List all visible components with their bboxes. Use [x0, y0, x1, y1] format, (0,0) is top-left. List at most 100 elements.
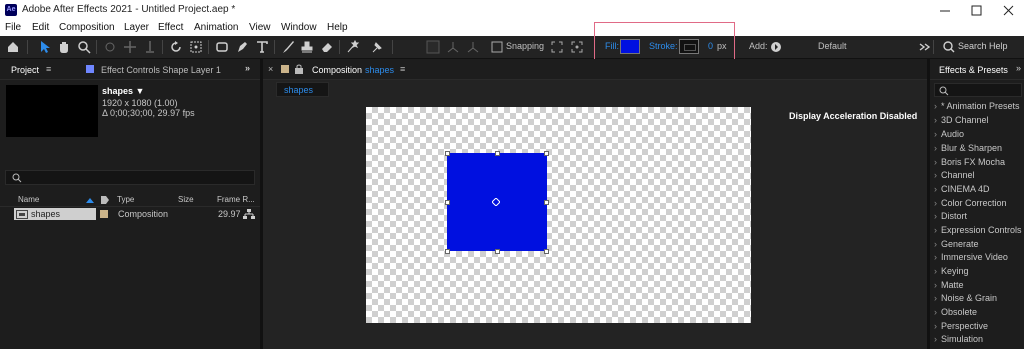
pan-camera-icon[interactable] — [123, 40, 137, 54]
menu-window[interactable]: Window — [281, 22, 317, 33]
pen-tool-icon[interactable] — [235, 40, 249, 54]
effect-controls-label-icon — [86, 65, 94, 73]
zoom-tool-icon[interactable] — [77, 40, 91, 54]
panel-overflow-icon[interactable]: » — [245, 63, 250, 73]
effects-category[interactable]: › 3D Channel — [934, 115, 989, 125]
app-logo: Ae — [5, 4, 17, 16]
snapping-label: Snapping — [506, 41, 545, 51]
clone-stamp-icon[interactable] — [300, 40, 314, 54]
row-type: Composition — [118, 209, 169, 219]
effects-category[interactable]: › Blur & Sharpen — [934, 143, 1002, 153]
add-menu-icon[interactable] — [769, 40, 783, 54]
snap-target-icon[interactable] — [570, 40, 584, 54]
menu-layer[interactable]: Layer — [124, 22, 149, 33]
orbit-camera-icon[interactable] — [103, 40, 117, 54]
effects-search-input[interactable] — [934, 83, 1022, 97]
close-tab-icon[interactable]: × — [268, 64, 273, 74]
comp-subtab[interactable]: shapes — [276, 82, 329, 97]
search-icon[interactable] — [942, 40, 956, 54]
home-icon[interactable] — [6, 40, 20, 54]
project-menu-icon[interactable]: ≡ — [46, 64, 51, 74]
local-axis-icon[interactable] — [426, 40, 440, 54]
rotation-tool-icon[interactable] — [169, 40, 183, 54]
comp-menu-icon[interactable]: ≡ — [400, 64, 405, 74]
title-bar: Ae Adobe After Effects 2021 - Untitled P… — [0, 0, 1024, 21]
menu-edit[interactable]: Edit — [32, 22, 49, 33]
column-name[interactable]: Name — [18, 195, 39, 204]
column-size[interactable]: Size — [178, 195, 194, 204]
snapping-checkbox[interactable] — [490, 40, 504, 54]
world-axis-icon[interactable] — [446, 40, 460, 54]
project-search-input[interactable] — [5, 170, 255, 185]
label-column-icon[interactable] — [100, 195, 110, 205]
minimize-button[interactable] — [930, 2, 960, 19]
sort-ascending-icon[interactable] — [85, 196, 95, 204]
tab-effect-controls[interactable]: Effect Controls Shape Layer 1 — [101, 65, 221, 75]
anchor-point-tool-icon[interactable] — [189, 40, 203, 54]
menu-composition[interactable]: Composition — [59, 22, 115, 33]
workspace-menu-icon[interactable] — [917, 40, 931, 54]
row-fps: 29.97 — [218, 209, 241, 219]
dolly-camera-icon[interactable] — [143, 40, 157, 54]
menu-help[interactable]: Help — [327, 22, 348, 33]
effects-category[interactable]: › Simulation — [934, 334, 983, 344]
effects-panel-overflow-icon[interactable]: » — [1016, 63, 1021, 73]
column-type[interactable]: Type — [117, 195, 134, 204]
project-panel: Project ≡ Effect Controls Shape Layer 1 … — [0, 59, 260, 349]
effects-category[interactable]: › Perspective — [934, 321, 988, 331]
effects-category[interactable]: › Color Correction — [934, 198, 1007, 208]
rectangle-tool-icon[interactable] — [215, 40, 229, 54]
effects-category[interactable]: › Channel — [934, 170, 975, 180]
snap-options-icon[interactable] — [550, 40, 564, 54]
table-row[interactable]: shapes Composition 29.97 — [0, 207, 260, 221]
effects-category[interactable]: › Audio — [934, 129, 964, 139]
effects-category[interactable]: › Noise & Grain — [934, 293, 997, 303]
hand-tool-icon[interactable] — [57, 40, 71, 54]
tab-project[interactable]: Project — [11, 65, 39, 75]
composition-canvas[interactable] — [366, 107, 751, 323]
toolbar: Snapping Fill: Stroke: 0 px Add: Default… — [0, 36, 1024, 59]
effects-category[interactable]: › Distort — [934, 211, 967, 221]
item-size: 1920 x 1080 (1.00) — [102, 98, 178, 108]
menu-animation[interactable]: Animation — [194, 22, 238, 33]
effects-category[interactable]: › CINEMA 4D — [934, 184, 990, 194]
type-tool-icon[interactable] — [255, 40, 269, 54]
menu-effect[interactable]: Effect — [158, 22, 183, 33]
effects-category[interactable]: › Boris FX Mocha — [934, 157, 1005, 167]
menu-file[interactable]: File — [5, 22, 21, 33]
menu-view[interactable]: View — [249, 22, 271, 33]
selection-tool-icon[interactable] — [38, 40, 52, 54]
lock-icon[interactable] — [294, 64, 304, 74]
brush-tool-icon[interactable] — [281, 40, 295, 54]
flowchart-icon[interactable] — [243, 209, 255, 220]
search-icon — [939, 86, 949, 96]
view-axis-icon[interactable] — [466, 40, 480, 54]
composition-icon — [16, 210, 28, 219]
maximize-button[interactable] — [962, 2, 992, 19]
effects-category[interactable]: › Matte — [934, 280, 964, 290]
minimize-icon — [940, 10, 950, 12]
column-frame-rate[interactable]: Frame R... — [217, 195, 255, 204]
item-duration: Δ 0;00;30;00, 29.97 fps — [102, 108, 195, 118]
close-window-button[interactable] — [994, 2, 1024, 19]
effects-category[interactable]: › Expression Controls — [934, 225, 1022, 235]
effects-category[interactable]: › * Animation Presets — [934, 101, 1020, 111]
effects-category[interactable]: › Obsolete — [934, 307, 977, 317]
item-thumbnail — [6, 85, 98, 137]
roto-brush-icon[interactable] — [346, 40, 360, 54]
display-acceleration-status: Display Acceleration Disabled — [789, 111, 918, 121]
label-color-swatch[interactable] — [100, 210, 108, 218]
item-name[interactable]: shapes ▼ — [102, 86, 144, 96]
effects-category[interactable]: › Generate — [934, 239, 979, 249]
eraser-tool-icon[interactable] — [320, 40, 334, 54]
effects-category[interactable]: › Keying — [934, 266, 969, 276]
effects-category[interactable]: › Immersive Video — [934, 252, 1008, 262]
comp-tab-name[interactable]: shapes — [365, 65, 394, 75]
window-title: Adobe After Effects 2021 - Untitled Proj… — [22, 4, 236, 15]
comp-tab-prefix[interactable]: Composition — [312, 65, 362, 75]
puppet-pin-icon[interactable] — [370, 40, 384, 54]
workspace-default[interactable]: Default — [818, 41, 847, 51]
effects-panel-title[interactable]: Effects & Presets — [939, 65, 1008, 75]
search-help[interactable]: Search Help — [958, 41, 1008, 51]
anchor-point-icon[interactable] — [492, 198, 500, 206]
